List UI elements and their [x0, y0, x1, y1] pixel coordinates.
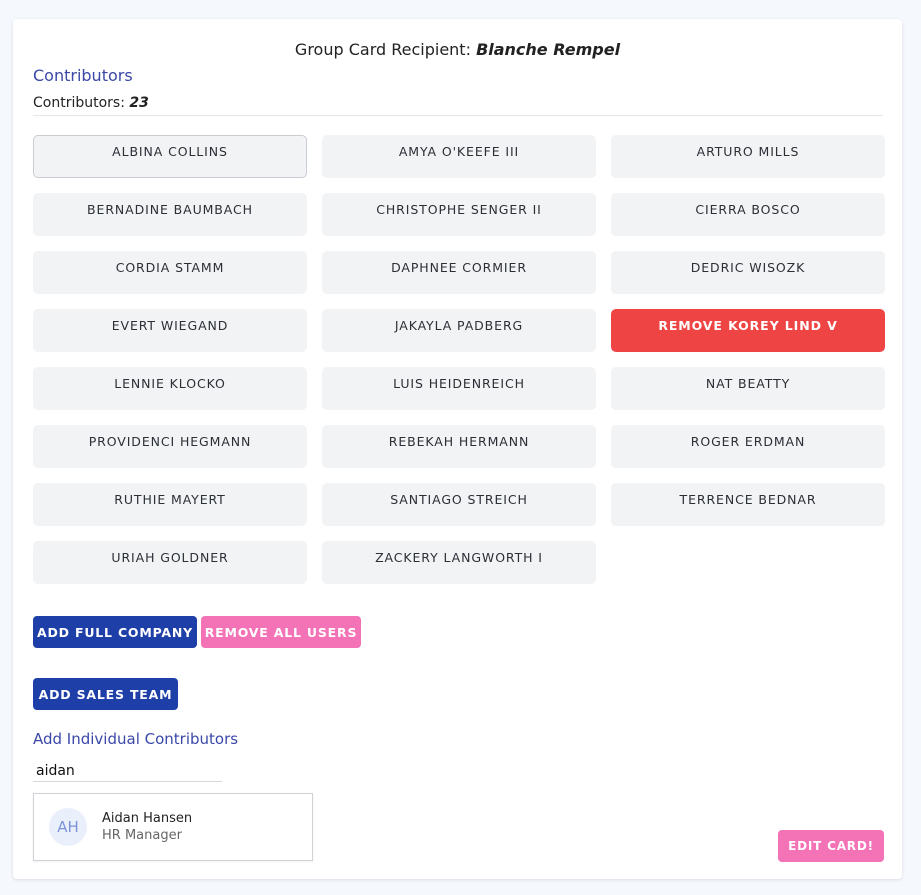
- contributor-chip[interactable]: URIAH GOLDNER: [33, 541, 307, 584]
- contributor-chip[interactable]: SANTIAGO STREICH: [322, 483, 596, 526]
- contributor-chip[interactable]: CHRISTOPHE SENGER II: [322, 193, 596, 236]
- result-name: Aidan Hansen: [102, 811, 193, 826]
- add-individual-title: Add Individual Contributors: [33, 730, 239, 748]
- search-result-item[interactable]: AH Aidan Hansen HR Manager: [33, 793, 313, 861]
- remove-all-users-button[interactable]: REMOVE ALL USERS: [201, 616, 361, 648]
- remove-contributor-button[interactable]: REMOVE KOREY LIND V: [611, 309, 885, 352]
- recipient-heading: Group Card Recipient: Blanche Rempel: [13, 40, 902, 59]
- contributor-chip[interactable]: NAT BEATTY: [611, 367, 885, 410]
- contributor-chip[interactable]: TERRENCE BEDNAR: [611, 483, 885, 526]
- contributor-chip[interactable]: AMYA O'KEEFE III: [322, 135, 596, 178]
- contributor-chip[interactable]: DAPHNEE CORMIER: [322, 251, 596, 294]
- recipient-label: Group Card Recipient:: [294, 40, 471, 59]
- contributor-chip[interactable]: DEDRIC WISOZK: [611, 251, 885, 294]
- contributor-chip[interactable]: REBEKAH HERMANN: [322, 425, 596, 468]
- divider: [33, 115, 883, 116]
- contributor-chip[interactable]: ZACKERY LANGWORTH I: [322, 541, 596, 584]
- contributor-chip[interactable]: EVERT WIEGAND: [33, 309, 307, 352]
- contributor-chip[interactable]: LUIS HEIDENREICH: [322, 367, 596, 410]
- result-role: HR Manager: [102, 828, 182, 843]
- contributors-title: Contributors: [33, 66, 133, 85]
- contributors-count-value: 23: [129, 95, 149, 111]
- contributor-chip[interactable]: JAKAYLA PADBERG: [322, 309, 596, 352]
- contributor-chip[interactable]: ROGER ERDMAN: [611, 425, 885, 468]
- contributor-chip[interactable]: RUTHIE MAYERT: [33, 483, 307, 526]
- edit-card-button[interactable]: EDIT CARD!: [778, 830, 884, 862]
- contributor-chip[interactable]: CORDIA STAMM: [33, 251, 307, 294]
- contributors-count-label: Contributors:: [33, 95, 125, 111]
- add-full-company-button[interactable]: ADD FULL COMPANY: [33, 616, 197, 648]
- group-card-panel: Group Card Recipient: Blanche Rempel Con…: [13, 19, 902, 879]
- contributor-chip[interactable]: ALBINA COLLINS: [33, 135, 307, 178]
- contributor-search-input[interactable]: [33, 760, 222, 782]
- recipient-name: Blanche Rempel: [476, 40, 621, 59]
- contributor-chip[interactable]: CIERRA BOSCO: [611, 193, 885, 236]
- contributor-chip[interactable]: LENNIE KLOCKO: [33, 367, 307, 410]
- contributor-chip[interactable]: PROVIDENCI HEGMANN: [33, 425, 307, 468]
- contributor-chip[interactable]: BERNADINE BAUMBACH: [33, 193, 307, 236]
- contributors-grid: ALBINA COLLINS AMYA O'KEEFE III ARTURO M…: [33, 135, 885, 584]
- contributors-count: Contributors: 23: [33, 95, 149, 111]
- add-sales-team-button[interactable]: ADD SALES TEAM: [33, 678, 178, 710]
- contributor-chip[interactable]: ARTURO MILLS: [611, 135, 885, 178]
- avatar: AH: [49, 808, 87, 846]
